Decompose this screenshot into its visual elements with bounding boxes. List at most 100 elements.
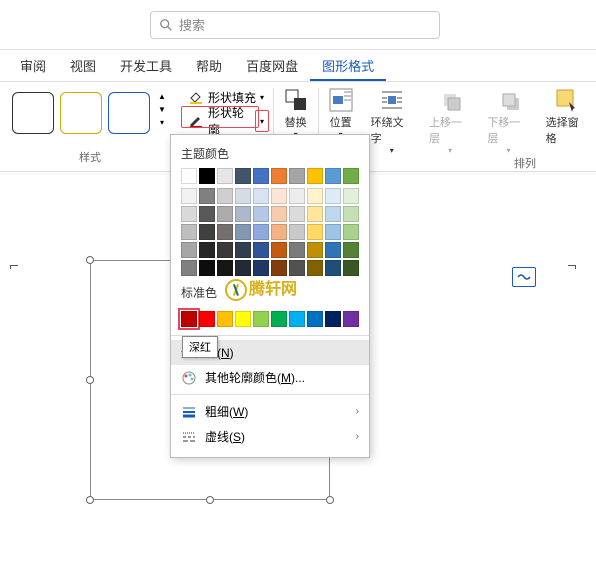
- shape-outline-dropdown[interactable]: ▾: [255, 110, 269, 132]
- theme-tint-swatch[interactable]: [289, 260, 305, 276]
- standard-color-swatch[interactable]: [235, 311, 251, 327]
- theme-tint-swatch[interactable]: [307, 188, 323, 204]
- resize-handle-bl[interactable]: [86, 496, 94, 504]
- standard-color-swatch[interactable]: [289, 311, 305, 327]
- style-down-button[interactable]: ▼: [156, 105, 168, 117]
- style-up-button[interactable]: ▲: [156, 92, 168, 104]
- theme-tint-swatch[interactable]: [181, 224, 197, 240]
- theme-tint-swatch[interactable]: [253, 206, 269, 222]
- tab-view[interactable]: 视图: [58, 50, 108, 81]
- bring-forward-button[interactable]: 上移一层 ▾: [421, 82, 479, 171]
- theme-tint-swatch[interactable]: [217, 188, 233, 204]
- standard-color-swatch[interactable]: [217, 311, 233, 327]
- theme-tint-swatch[interactable]: [289, 224, 305, 240]
- shape-outline-button[interactable]: 形状轮廓: [184, 110, 257, 132]
- theme-tint-swatch[interactable]: [271, 188, 287, 204]
- theme-tint-swatch[interactable]: [289, 242, 305, 258]
- theme-color-swatch[interactable]: [253, 168, 269, 184]
- resize-handle-ml[interactable]: [86, 376, 94, 384]
- standard-color-swatch[interactable]: [325, 311, 341, 327]
- theme-color-swatch[interactable]: [325, 168, 341, 184]
- theme-tint-swatch[interactable]: [307, 224, 323, 240]
- theme-tint-swatch[interactable]: [307, 206, 323, 222]
- theme-color-swatch[interactable]: [199, 168, 215, 184]
- theme-tint-swatch[interactable]: [343, 206, 359, 222]
- theme-color-swatch[interactable]: [307, 168, 323, 184]
- theme-tint-swatch[interactable]: [217, 224, 233, 240]
- theme-tint-swatch[interactable]: [217, 206, 233, 222]
- theme-tint-swatch[interactable]: [181, 242, 197, 258]
- theme-tint-swatch[interactable]: [235, 206, 251, 222]
- theme-tint-swatch[interactable]: [181, 260, 197, 276]
- theme-tint-swatch[interactable]: [235, 260, 251, 276]
- tab-review[interactable]: 审阅: [8, 50, 58, 81]
- replace-icon: [282, 86, 310, 114]
- layout-options-button[interactable]: [512, 267, 536, 287]
- dashes-item[interactable]: 虚线(S) ›: [171, 424, 369, 449]
- standard-color-swatch[interactable]: [271, 311, 287, 327]
- theme-tint-swatch[interactable]: [271, 206, 287, 222]
- theme-tint-swatch[interactable]: [271, 242, 287, 258]
- wrap-text-button[interactable]: 环绕文字 ▾: [363, 82, 421, 171]
- standard-color-swatch[interactable]: [253, 311, 269, 327]
- search-icon: [159, 18, 173, 32]
- tab-baidu[interactable]: 百度网盘: [234, 50, 310, 81]
- shape-style-1[interactable]: [12, 92, 54, 134]
- theme-color-swatch[interactable]: [289, 168, 305, 184]
- theme-tint-swatch[interactable]: [289, 188, 305, 204]
- theme-tint-swatch[interactable]: [235, 224, 251, 240]
- theme-color-swatch[interactable]: [181, 168, 197, 184]
- theme-tint-swatch[interactable]: [235, 188, 251, 204]
- resize-handle-br[interactable]: [326, 496, 334, 504]
- theme-tint-swatch[interactable]: [343, 224, 359, 240]
- theme-color-swatch[interactable]: [235, 168, 251, 184]
- theme-tint-swatch[interactable]: [253, 242, 269, 258]
- style-more-button[interactable]: ▾: [156, 118, 168, 130]
- selection-pane-button[interactable]: 选择窗格: [538, 82, 596, 171]
- shape-style-2[interactable]: [60, 92, 102, 134]
- theme-tint-swatch[interactable]: [325, 224, 341, 240]
- theme-tint-swatch[interactable]: [217, 242, 233, 258]
- theme-tint-swatch[interactable]: [343, 242, 359, 258]
- theme-tint-swatch[interactable]: [271, 224, 287, 240]
- theme-color-swatch[interactable]: [217, 168, 233, 184]
- theme-tint-swatch[interactable]: [235, 242, 251, 258]
- theme-tint-swatch[interactable]: [253, 188, 269, 204]
- theme-color-swatch[interactable]: [271, 168, 287, 184]
- theme-tint-swatch[interactable]: [325, 206, 341, 222]
- theme-tint-swatch[interactable]: [181, 188, 197, 204]
- theme-tint-swatch[interactable]: [307, 242, 323, 258]
- theme-tint-swatch[interactable]: [181, 206, 197, 222]
- outline-color-dropdown: 主题颜色 标准色 无轮廓(N) 其他轮廓颜色(M)... 粗细(W) › 虚线(…: [170, 134, 370, 458]
- theme-tint-swatch[interactable]: [343, 188, 359, 204]
- standard-color-swatch[interactable]: [199, 311, 215, 327]
- standard-color-swatch[interactable]: [307, 311, 323, 327]
- theme-tint-swatch[interactable]: [199, 260, 215, 276]
- weight-item[interactable]: 粗细(W) ›: [171, 399, 369, 424]
- tab-shape-format[interactable]: 图形格式: [310, 50, 386, 81]
- resize-handle-bm[interactable]: [206, 496, 214, 504]
- theme-tint-swatch[interactable]: [325, 188, 341, 204]
- theme-tint-swatch[interactable]: [289, 206, 305, 222]
- tab-developer[interactable]: 开发工具: [108, 50, 184, 81]
- standard-color-swatch[interactable]: [181, 311, 197, 327]
- theme-tint-swatch[interactable]: [199, 206, 215, 222]
- theme-tint-swatch[interactable]: [199, 242, 215, 258]
- theme-tint-swatch[interactable]: [199, 224, 215, 240]
- theme-tint-swatch[interactable]: [253, 224, 269, 240]
- more-colors-item[interactable]: 其他轮廓颜色(M)...: [171, 365, 369, 390]
- theme-tint-swatch[interactable]: [325, 242, 341, 258]
- resize-handle-tl[interactable]: [86, 256, 94, 264]
- theme-tint-swatch[interactable]: [199, 188, 215, 204]
- standard-color-swatch[interactable]: [343, 311, 359, 327]
- search-box[interactable]: 搜索: [150, 11, 440, 39]
- theme-tint-swatch[interactable]: [217, 260, 233, 276]
- theme-color-swatch[interactable]: [343, 168, 359, 184]
- theme-tint-swatch[interactable]: [253, 260, 269, 276]
- shape-style-3[interactable]: [108, 92, 150, 134]
- theme-tint-swatch[interactable]: [271, 260, 287, 276]
- tab-help[interactable]: 帮助: [184, 50, 234, 81]
- theme-tint-swatch[interactable]: [343, 260, 359, 276]
- theme-tint-swatch[interactable]: [307, 260, 323, 276]
- theme-tint-swatch[interactable]: [325, 260, 341, 276]
